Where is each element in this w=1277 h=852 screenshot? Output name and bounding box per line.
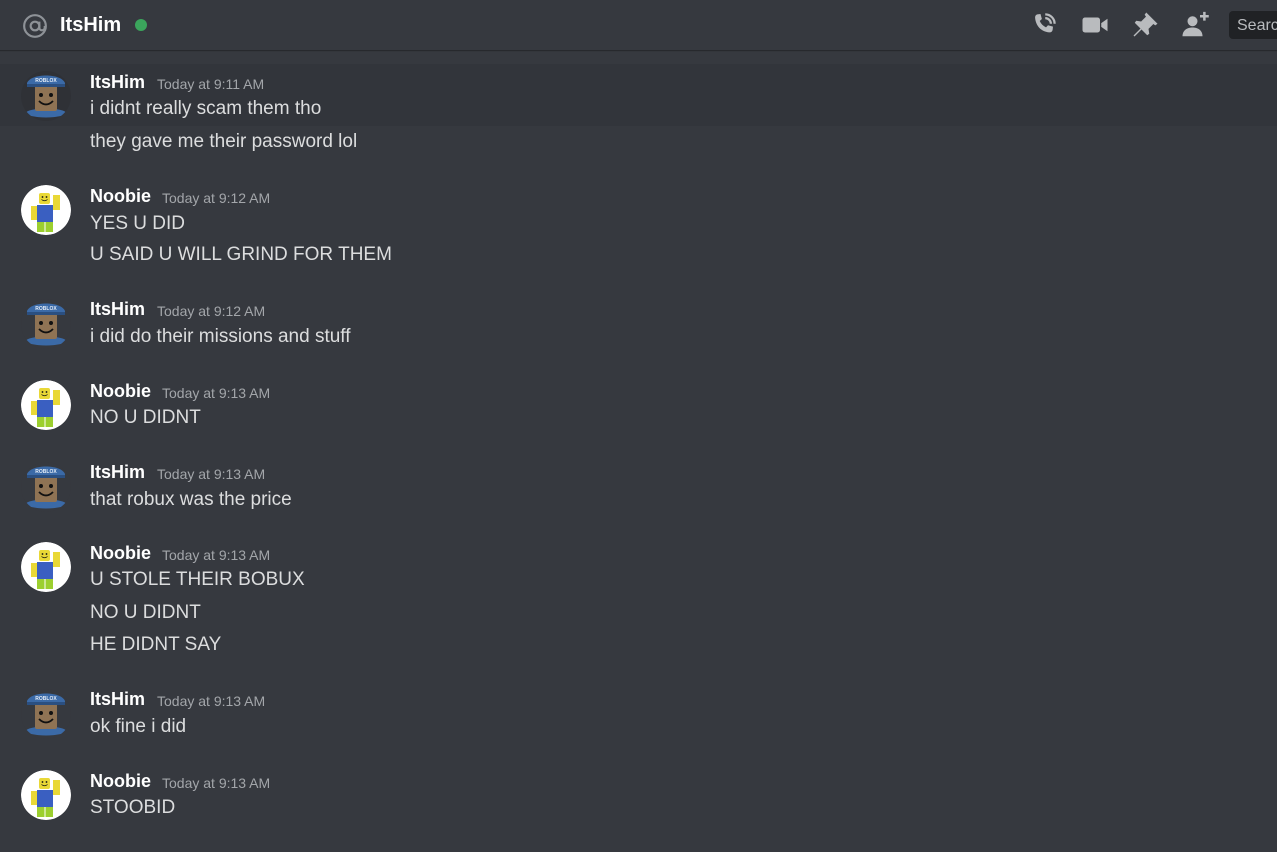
message-text: NO U DIDNT: [90, 602, 201, 623]
svg-text:ROBLOX: ROBLOX: [35, 696, 57, 702]
message-author[interactable]: ItsHim: [90, 461, 145, 483]
roblox-guest-avatar[interactable]: ROBLOX: [21, 462, 71, 512]
message-text: YES U DID: [90, 213, 186, 234]
message-timestamp: Today at 9:13 AM: [162, 775, 271, 791]
message-author[interactable]: ItsHim: [90, 298, 145, 320]
roblox-guest-avatar[interactable]: ROBLOX: [21, 689, 71, 739]
pin-icon[interactable]: [1130, 10, 1160, 40]
roblox-noob-avatar[interactable]: [21, 542, 71, 592]
voice-call-icon[interactable]: [1029, 10, 1059, 40]
message-text: ok fine i did: [90, 716, 187, 737]
message-timestamp: Today at 9:13 AM: [162, 547, 271, 563]
search-input[interactable]: Search: [1229, 11, 1277, 39]
message-author[interactable]: Noobie: [90, 380, 151, 402]
message-text: i did do their missions and stuff: [90, 326, 351, 347]
roblox-noob-avatar[interactable]: [21, 380, 71, 430]
message-group[interactable]: ROBLOX ItsHim Today at 9:12 AM i did do …: [0, 291, 1277, 353]
roblox-guest-avatar[interactable]: ROBLOX: [21, 299, 71, 349]
svg-text:ROBLOX: ROBLOX: [35, 306, 57, 312]
channel-header: ItsHim Search: [0, 0, 1277, 50]
roblox-noob-avatar[interactable]: [21, 185, 71, 235]
message-group[interactable]: ROBLOX ItsHim Today at 9:13 AM ok fine i…: [0, 681, 1277, 743]
message-timestamp: Today at 9:13 AM: [157, 466, 266, 482]
message-timestamp: Today at 9:11 AM: [157, 76, 265, 92]
message-timestamp: Today at 9:13 AM: [162, 385, 271, 401]
roblox-noob-avatar[interactable]: [21, 770, 71, 820]
video-call-icon[interactable]: [1080, 10, 1110, 40]
message-author[interactable]: ItsHim: [90, 688, 145, 710]
message-group[interactable]: Noobie Today at 9:13 AM NO U DIDNT: [0, 372, 1277, 434]
message-text: i didnt really scam them tho: [90, 98, 322, 119]
message-text: that robux was the price: [90, 489, 292, 510]
message-author[interactable]: Noobie: [90, 185, 151, 207]
message-text: NO U DIDNT: [90, 407, 201, 428]
svg-text:ROBLOX: ROBLOX: [35, 469, 57, 475]
message-author[interactable]: Noobie: [90, 542, 151, 564]
message-group[interactable]: ROBLOX ItsHim Today at 9:13 AM that robu…: [0, 454, 1277, 516]
message-text: HE DIDNT SAY: [90, 634, 222, 655]
at-icon: [23, 14, 47, 38]
message-timestamp: Today at 9:12 AM: [162, 190, 271, 206]
message-group[interactable]: Noobie Today at 9:13 AM U STOLE THEIR BO…: [0, 535, 1277, 661]
message-group[interactable]: Noobie Today at 9:12 AM YES U DID U SAID…: [0, 177, 1277, 271]
online-status-dot: [135, 19, 147, 31]
search-placeholder: Search: [1237, 17, 1277, 34]
message-group[interactable]: ROBLOX ItsHim Today at 9:11 AM i didnt r…: [0, 64, 1277, 126]
message-timestamp: Today at 9:12 AM: [157, 303, 266, 319]
message-text: U STOLE THEIR BOBUX: [90, 569, 305, 590]
message-group[interactable]: Noobie Today at 9:13 AM STOOBID: [0, 762, 1277, 824]
add-friend-icon[interactable]: [1180, 10, 1210, 40]
message-text: STOOBID: [90, 797, 176, 818]
message-text: they gave me their password lol: [90, 131, 358, 152]
message-text: U SAID U WILL GRIND FOR THEM: [90, 244, 392, 265]
message-author[interactable]: ItsHim: [90, 71, 145, 93]
svg-text:ROBLOX: ROBLOX: [35, 78, 57, 84]
channel-title: ItsHim: [60, 14, 122, 36]
message-timestamp: Today at 9:13 AM: [157, 693, 266, 709]
message-author[interactable]: Noobie: [90, 770, 151, 792]
roblox-guest-avatar[interactable]: ROBLOX: [21, 71, 71, 121]
